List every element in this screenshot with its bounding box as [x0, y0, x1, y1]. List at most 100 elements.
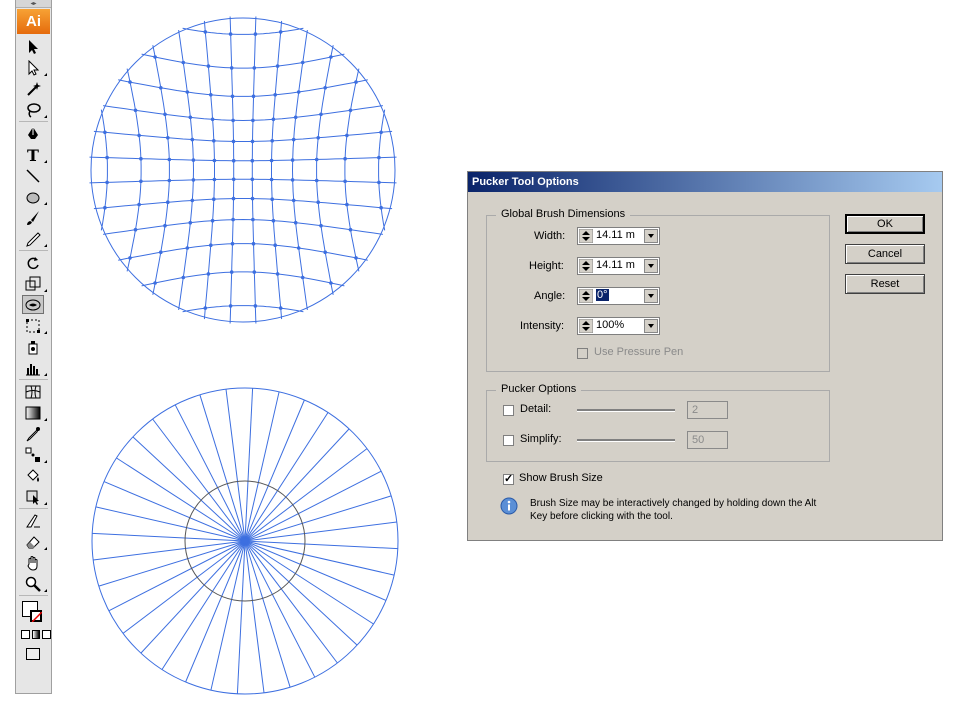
- pen-tool-button[interactable]: [22, 124, 44, 143]
- free-transform-tool-button[interactable]: [22, 316, 47, 335]
- radial-line: [140, 540, 246, 654]
- anchor-point: [278, 306, 283, 310]
- fill-stroke-swatches[interactable]: [20, 598, 51, 628]
- anchor-point: [212, 177, 217, 182]
- mesh-tool-button[interactable]: [22, 382, 44, 401]
- panel-grip[interactable]: ◂▸: [16, 0, 51, 8]
- pencil-tool-button[interactable]: [22, 229, 47, 248]
- scale-tool-icon: [25, 276, 41, 290]
- spinner-arrows-icon[interactable]: [579, 259, 593, 273]
- anchor-point: [139, 156, 143, 161]
- dropdown-arrow-icon[interactable]: [644, 319, 658, 333]
- cancel-button[interactable]: Cancel: [845, 244, 925, 264]
- simplify-slider[interactable]: [577, 439, 675, 442]
- anchor-point: [181, 60, 186, 65]
- warped-grid-sphere[interactable]: [89, 16, 397, 324]
- anchor-point: [133, 108, 138, 113]
- anchor-point: [291, 137, 296, 142]
- width-combo[interactable]: 14.11 m: [577, 227, 660, 245]
- simplify-checkbox[interactable]: [503, 435, 514, 446]
- anchor-point: [377, 180, 381, 185]
- puckered-circle-artwork[interactable]: [91, 387, 399, 695]
- pucker-tool-button[interactable]: [22, 295, 44, 314]
- radial-line: [132, 436, 246, 542]
- detail-slider[interactable]: [577, 409, 675, 412]
- magic-wand-tool-button[interactable]: [22, 79, 44, 98]
- radial-line: [199, 394, 246, 542]
- global-brush-dimensions-group: Global Brush Dimensions Width: 14.11 m H…: [486, 208, 830, 372]
- symbol-sprayer-tool-button[interactable]: [22, 337, 44, 356]
- scale-tool-button[interactable]: [22, 274, 47, 293]
- artboard[interactable]: [60, 0, 420, 700]
- zoom-tool-icon: [25, 576, 41, 592]
- rotate-tool-button[interactable]: [22, 253, 44, 272]
- height-value: 14.11 m: [596, 259, 635, 271]
- spinner-arrows-icon[interactable]: [579, 229, 593, 243]
- color-mode-buttons[interactable]: [21, 630, 52, 644]
- live-paint-selection-tool-button[interactable]: [22, 487, 47, 506]
- paintbrush-tool-button[interactable]: [22, 208, 44, 227]
- detail-checkbox[interactable]: [503, 405, 514, 416]
- dialog-title[interactable]: Pucker Tool Options: [468, 172, 942, 192]
- anchor-point: [103, 205, 107, 210]
- spinner-arrows-icon[interactable]: [579, 289, 593, 303]
- hand-tool-button[interactable]: [22, 553, 44, 572]
- radial-line: [92, 532, 246, 542]
- selection-tool-button[interactable]: [22, 37, 44, 56]
- blend-tool-button[interactable]: [22, 445, 47, 464]
- anchor-point: [329, 55, 333, 59]
- gradient-tool-button[interactable]: [22, 403, 47, 422]
- anchor-point: [209, 243, 213, 247]
- screen-mode-button[interactable]: [26, 648, 40, 660]
- eraser-tool-button[interactable]: [22, 532, 47, 551]
- tool-flyout-indicator: [44, 331, 47, 334]
- zoom-tool-button[interactable]: [22, 574, 47, 593]
- grid-line: [178, 30, 195, 310]
- none-mode-icon[interactable]: [42, 630, 52, 639]
- anchor-point: [159, 250, 163, 254]
- symbol-sprayer-tool-icon: [28, 340, 38, 354]
- radial-line: [225, 389, 246, 542]
- use-pressure-pen-checkbox[interactable]: [577, 348, 588, 359]
- height-combo[interactable]: 14.11 m: [577, 257, 660, 275]
- color-mode-icon[interactable]: [21, 630, 30, 639]
- slice-tool-button[interactable]: [22, 511, 44, 530]
- spinner-arrows-icon[interactable]: [579, 319, 593, 333]
- ok-button[interactable]: OK: [845, 214, 925, 234]
- dropdown-arrow-icon[interactable]: [644, 259, 658, 273]
- column-graph-tool-button[interactable]: [22, 358, 47, 377]
- tool-separator: [19, 379, 48, 380]
- anchor-point: [105, 155, 109, 160]
- grid-line: [378, 109, 386, 231]
- lasso-tool-icon: [27, 102, 41, 118]
- live-paint-bucket-tool-icon: [27, 468, 39, 482]
- dropdown-arrow-icon[interactable]: [644, 289, 658, 303]
- grid-line: [126, 68, 142, 272]
- live-paint-bucket-tool-button[interactable]: [22, 466, 44, 485]
- anchor-point: [343, 179, 347, 184]
- anchor-point: [163, 112, 167, 117]
- detail-value-field[interactable]: 2: [687, 401, 728, 419]
- intensity-value: 100%: [596, 319, 625, 331]
- anchor-point: [206, 272, 211, 276]
- grid-line: [182, 305, 304, 313]
- intensity-combo[interactable]: 100%: [577, 317, 660, 335]
- anchor-point: [188, 115, 193, 120]
- type-tool-button[interactable]: T: [22, 145, 47, 164]
- anchor-point: [212, 197, 216, 201]
- dropdown-arrow-icon[interactable]: [644, 229, 658, 243]
- reset-button[interactable]: Reset: [845, 274, 925, 294]
- anchor-point: [251, 94, 256, 99]
- ellipse-tool-button[interactable]: [22, 187, 47, 206]
- line-segment-tool-button[interactable]: [22, 166, 44, 185]
- anchor-point: [314, 178, 319, 183]
- show-brush-size-checkbox[interactable]: ✓: [503, 473, 514, 485]
- direct-selection-tool-button[interactable]: [22, 58, 47, 77]
- simplify-value-field[interactable]: 50: [687, 431, 728, 449]
- gradient-mode-icon[interactable]: [31, 630, 41, 639]
- angle-combo[interactable]: 0°: [577, 287, 660, 305]
- eyedropper-tool-button[interactable]: [22, 424, 44, 443]
- radial-line: [244, 412, 329, 542]
- lasso-tool-button[interactable]: [22, 100, 47, 119]
- tool-flyout-indicator: [44, 547, 47, 550]
